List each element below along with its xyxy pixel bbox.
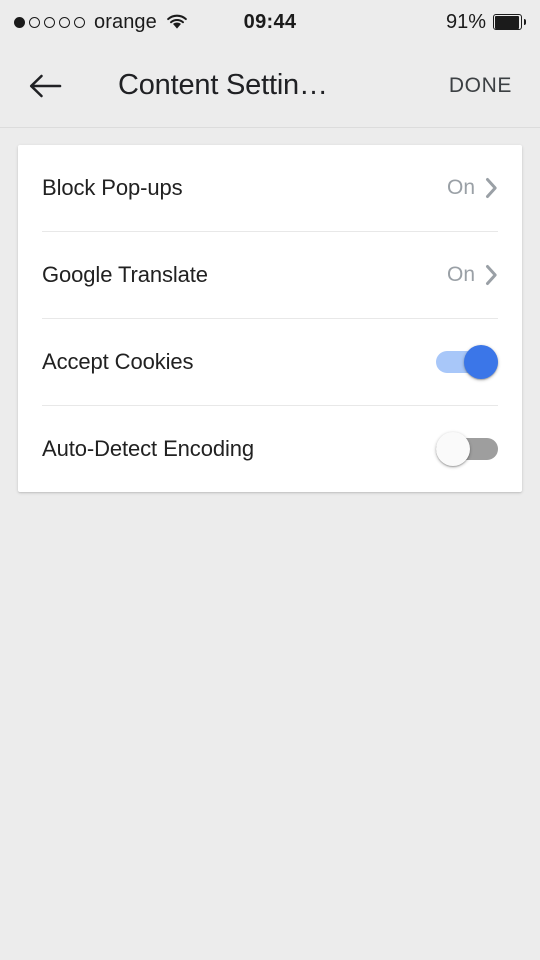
status-bar: orange 09:44 91% [0, 0, 540, 44]
toggle-knob [436, 432, 470, 466]
signal-dot-1 [14, 16, 25, 28]
carrier-label: orange [94, 10, 157, 33]
setting-row-accept-cookies[interactable]: Accept Cookies [18, 319, 522, 405]
signal-dot-4 [59, 16, 70, 28]
signal-dot-5 [74, 16, 85, 28]
app-bar: Content Settin… DONE [0, 44, 540, 128]
setting-label: Block Pop-ups [42, 175, 183, 200]
chevron-right-icon [485, 264, 498, 286]
signal-strength-icon [14, 16, 85, 28]
setting-label: Google Translate [42, 262, 208, 287]
battery-percent-label: 91% [445, 10, 486, 33]
wifi-icon [166, 14, 188, 30]
back-arrow-icon [28, 73, 62, 99]
toggle-knob [464, 345, 498, 379]
auto-detect-encoding-toggle[interactable] [436, 432, 498, 466]
setting-value: On [446, 263, 475, 286]
battery-icon [493, 14, 526, 30]
setting-value: On [446, 176, 475, 199]
done-button[interactable]: DONE [445, 66, 516, 106]
phone-screen: orange 09:44 91% Content Settin… DONE Bl… [0, 0, 540, 960]
setting-row-block-pop-ups[interactable]: Block Pop-ups On [18, 145, 522, 231]
setting-label: Auto-Detect Encoding [42, 436, 255, 461]
battery-fill [494, 15, 519, 29]
back-button[interactable] [28, 63, 74, 109]
setting-label: Accept Cookies [42, 349, 194, 374]
signal-dot-3 [44, 16, 55, 28]
battery-cap [523, 19, 526, 25]
status-bar-right: 91% [446, 11, 526, 34]
setting-row-google-translate[interactable]: Google Translate On [18, 232, 522, 318]
signal-dot-2 [29, 16, 40, 28]
setting-row-trailing: On [447, 263, 498, 287]
settings-card: Block Pop-ups On Google Translate On Acc… [18, 145, 522, 492]
chevron-right-icon [485, 177, 498, 199]
setting-row-trailing: On [447, 176, 498, 200]
clock-label: 09:44 [243, 10, 297, 33]
accept-cookies-toggle[interactable] [436, 345, 498, 379]
status-bar-left: orange [14, 11, 188, 34]
page-title: Content Settin… [118, 69, 328, 101]
setting-row-auto-detect-encoding[interactable]: Auto-Detect Encoding [18, 406, 522, 492]
